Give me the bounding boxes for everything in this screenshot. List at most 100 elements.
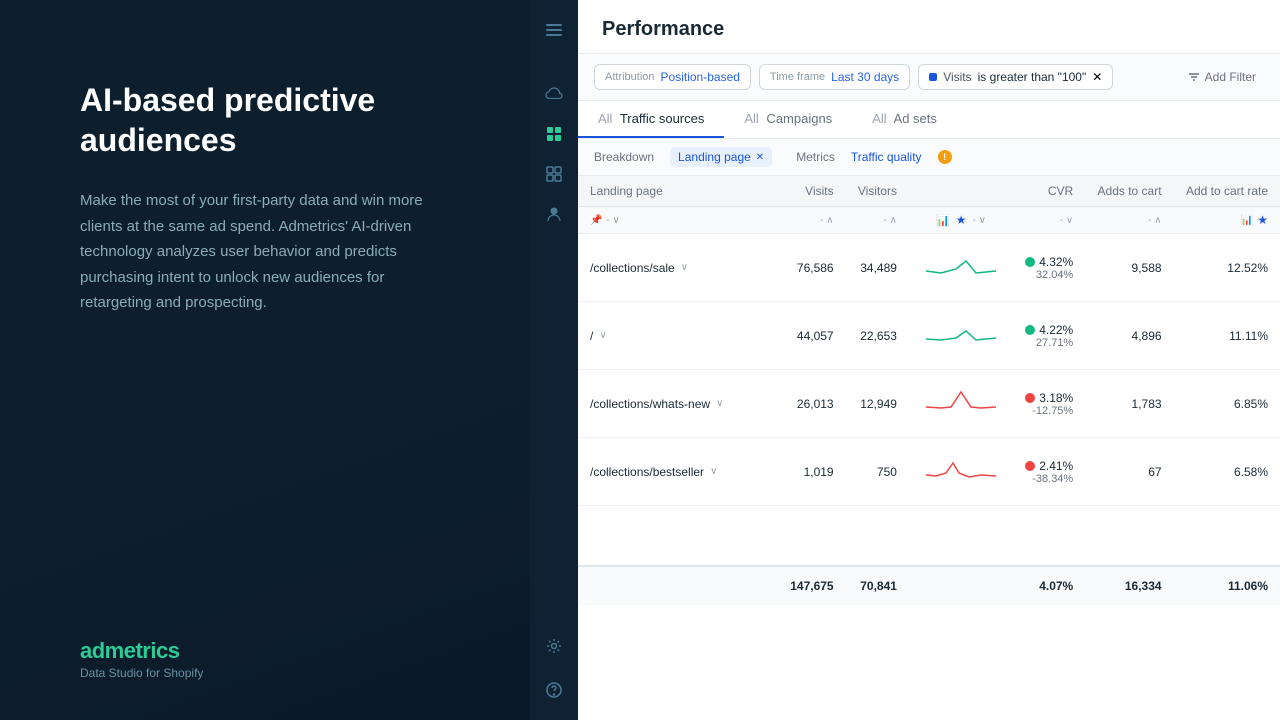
timeframe-value: Last 30 days (831, 70, 899, 84)
metrics-label: Metrics (796, 150, 835, 164)
col-header-sparkline (909, 176, 1013, 207)
panel-title: Performance (602, 18, 1256, 41)
col-header-landing-page[interactable]: Landing page (578, 176, 778, 207)
landing-page-chevron-1[interactable]: ∨ (681, 262, 688, 273)
add-filter-label: Add Filter (1205, 70, 1256, 84)
col-header-add-to-cart-rate[interactable]: Add to cart rate (1174, 176, 1280, 207)
visits-label: Visits (943, 70, 971, 84)
visits-filter-close[interactable]: ✕ (1092, 70, 1102, 84)
table-row: / ∨ 44,057 22,653 (578, 302, 1280, 370)
adds-to-cart-4: 67 (1085, 438, 1173, 506)
breakdown-chip-close[interactable]: ✕ (756, 152, 764, 163)
metrics-value: Traffic quality (851, 150, 922, 164)
hero-heading: AI-based predictive audiences (80, 80, 480, 160)
landing-page-3: /collections/whats-new (590, 397, 710, 411)
attribution-value: Position-based (661, 70, 740, 84)
tab-row: All Traffic sources All Campaigns All Ad… (578, 101, 1280, 139)
visits-2: 44,057 (778, 302, 846, 370)
sparkline-4 (909, 438, 1013, 506)
table-row: /collections/bestseller ∨ 1,019 750 (578, 438, 1280, 506)
star-icon-sort2[interactable]: ★ (1257, 213, 1268, 227)
breakdown-chip[interactable]: Landing page ✕ (670, 147, 772, 167)
status-dot-2 (1025, 325, 1035, 335)
add-to-cart-rate-4: 6.58% (1174, 438, 1280, 506)
brand-name: admetrics (80, 638, 480, 664)
col-header-visits[interactable]: Visits (778, 176, 846, 207)
visitors-4: 750 (846, 438, 909, 506)
status-dot-4 (1025, 461, 1035, 471)
table-row: /collections/whats-new ∨ 26,013 12,949 (578, 370, 1280, 438)
cvr-2: 4.22% 27.71% (1025, 323, 1073, 349)
footer-sparkline (909, 566, 1013, 605)
nav-help-icon[interactable] (536, 672, 572, 708)
nav-menu-icon[interactable] (536, 12, 572, 48)
col-header-adds-to-cart[interactable]: Adds to cart (1085, 176, 1173, 207)
visits-3: 26,013 (778, 370, 846, 438)
cvr-sub-3: -12.75% (1032, 405, 1073, 417)
breakdown-row: Breakdown Landing page ✕ Metrics Traffic… (578, 139, 1280, 176)
brand-tagline: Data Studio for Shopify (80, 666, 480, 680)
sparkline-2 (909, 302, 1013, 370)
col-header-cvr[interactable]: CVR (1013, 176, 1085, 207)
nav-cloud-icon[interactable] (536, 76, 572, 112)
panel-header: Performance (578, 0, 1280, 54)
timeframe-filter[interactable]: Time frame Last 30 days (759, 64, 910, 90)
spacer-row (578, 506, 1280, 566)
sparkline-1 (909, 234, 1013, 302)
status-dot-1 (1025, 257, 1035, 267)
brand: admetrics Data Studio for Shopify (80, 638, 480, 680)
attribution-filter[interactable]: Attribution Position-based (594, 64, 751, 90)
metrics-info-icon[interactable]: ! (938, 150, 952, 164)
nav-grid-icon[interactable] (536, 156, 572, 192)
main-content: Performance Attribution Position-based T… (578, 0, 1280, 720)
sidebar-nav (530, 0, 578, 720)
add-to-cart-rate-1: 12.52% (1174, 234, 1280, 302)
visitors-2: 22,653 (846, 302, 909, 370)
cvr-sub-4: -38.34% (1032, 473, 1073, 485)
footer-label (578, 566, 778, 605)
tab-campaigns[interactable]: All Campaigns (724, 101, 852, 138)
chart-icon-sort[interactable]: 📊 (936, 214, 950, 227)
adds-to-cart-3: 1,783 (1085, 370, 1173, 438)
cvr-1: 4.32% 32.04% (1025, 255, 1073, 281)
landing-page-chevron-3[interactable]: ∨ (716, 398, 723, 409)
footer-row: 147,675 70,841 4.07% 16,334 11.06% (578, 566, 1280, 605)
footer-visits: 147,675 (778, 566, 846, 605)
hero-description: Make the most of your first-party data a… (80, 188, 460, 316)
footer-visitors: 70,841 (846, 566, 909, 605)
nav-user-icon[interactable] (536, 196, 572, 232)
nav-table-icon[interactable] (536, 116, 572, 152)
visits-dot (929, 73, 937, 81)
chart-icon-sort2[interactable]: 📊 (1241, 215, 1253, 226)
add-to-cart-rate-2: 11.11% (1174, 302, 1280, 370)
tab-ad-sets[interactable]: All Ad sets (852, 101, 957, 138)
landing-page-2: / (590, 329, 593, 343)
visits-1: 76,586 (778, 234, 846, 302)
visitors-3: 12,949 (846, 370, 909, 438)
landing-page-chevron-2[interactable]: ∨ (599, 330, 606, 341)
sparkline-3 (909, 370, 1013, 438)
visits-value: is greater than "100" (978, 70, 1087, 84)
add-filter-button[interactable]: Add Filter (1180, 65, 1264, 89)
landing-page-chevron-4[interactable]: ∨ (710, 466, 717, 477)
cvr-3: 3.18% -12.75% (1025, 391, 1073, 417)
status-dot-3 (1025, 393, 1035, 403)
tab-prefix-3: All (872, 111, 886, 126)
visits-4: 1,019 (778, 438, 846, 506)
cvr-sub-1: 32.04% (1036, 269, 1073, 281)
table-row: /collections/sale ∨ 76,586 34,489 (578, 234, 1280, 302)
star-icon-sort[interactable]: ★ (956, 213, 967, 227)
visits-filter[interactable]: Visits is greater than "100" ✕ (918, 64, 1113, 90)
footer-add-to-cart-rate: 11.06% (1174, 566, 1280, 605)
col-header-visitors[interactable]: Visitors (846, 176, 909, 207)
cvr-sub-2: 27.71% (1036, 337, 1073, 349)
left-panel: AI-based predictive audiences Make the m… (0, 0, 530, 720)
nav-settings-icon[interactable] (536, 628, 572, 664)
pin-icon: 📌 (590, 215, 602, 226)
landing-page-1: /collections/sale (590, 261, 675, 275)
breakdown-label: Breakdown (594, 150, 654, 164)
filter-bar: Attribution Position-based Time frame La… (578, 54, 1280, 101)
tab-traffic-sources[interactable]: All Traffic sources (578, 101, 724, 138)
adds-to-cart-2: 4,896 (1085, 302, 1173, 370)
sort-row: 📌 - ∨ - ∧ - ∧ (578, 207, 1280, 234)
